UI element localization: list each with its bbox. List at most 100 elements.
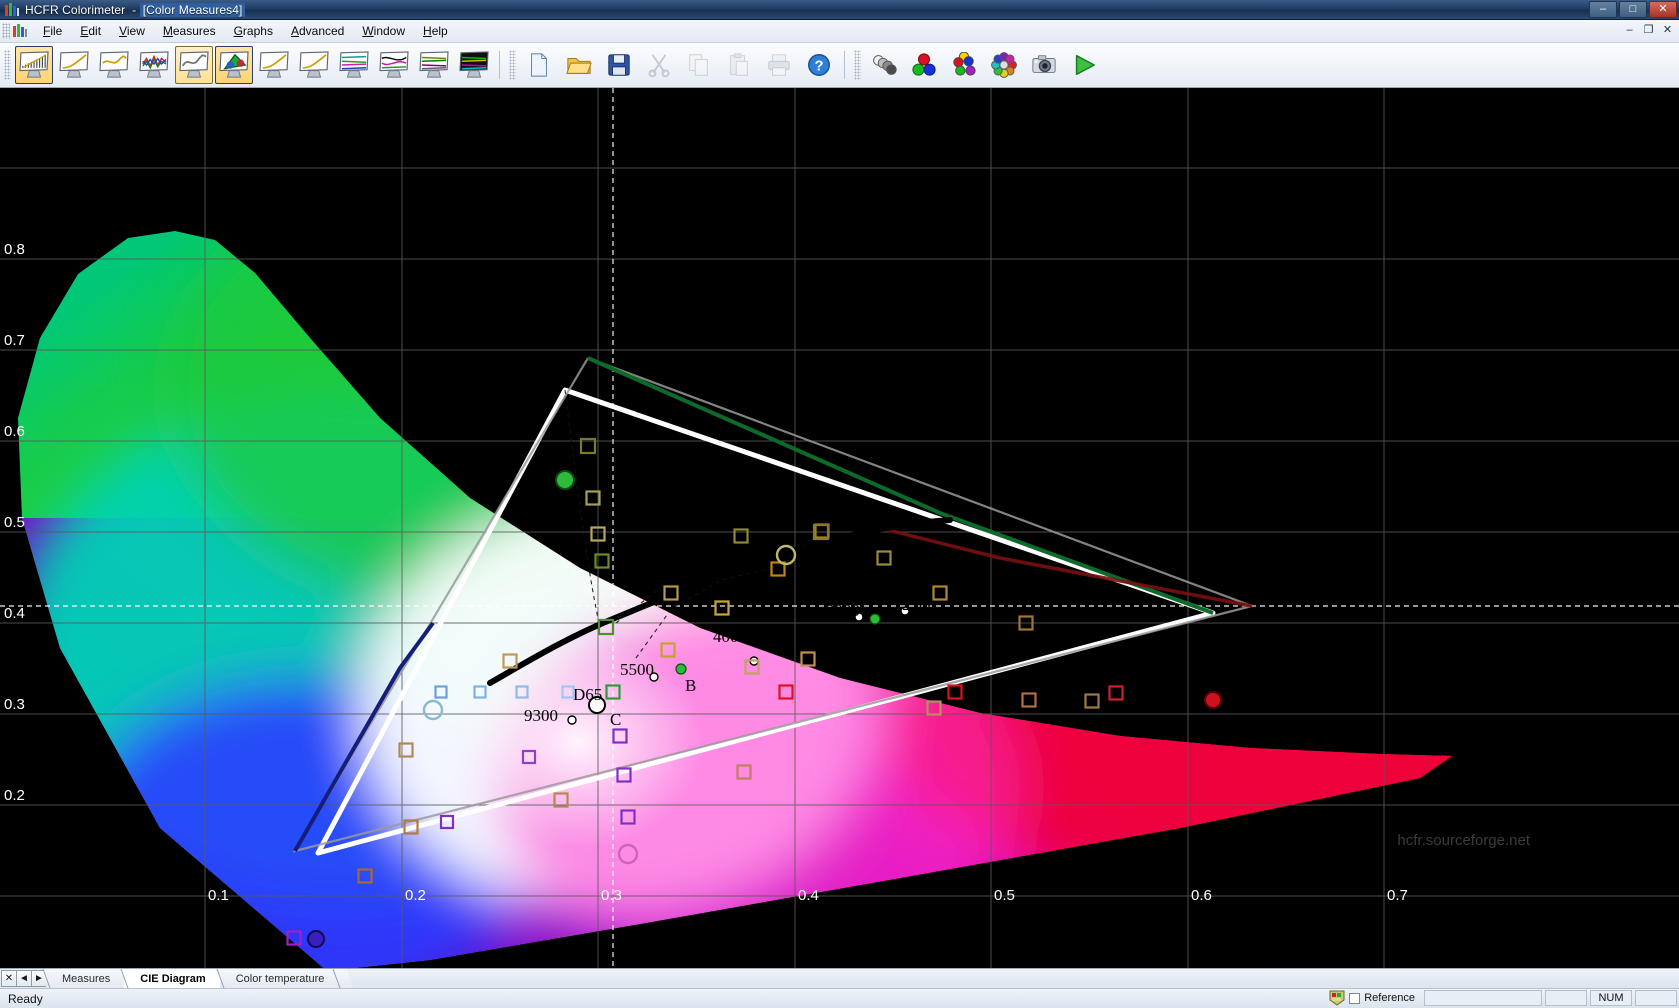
mdi-minimize-button[interactable]: – xyxy=(1622,23,1637,38)
toolbar-button-colorwheel-spheres[interactable] xyxy=(985,46,1023,84)
mdi-child-controls: – ❐ ✕ xyxy=(1622,23,1675,38)
close-tabs-button[interactable]: ✕ xyxy=(1,970,17,987)
num-lock-indicator: NUM xyxy=(1590,990,1632,1006)
toolbar-button-open-folder[interactable] xyxy=(560,46,598,84)
y-tick-label-0.5: 0.5 xyxy=(4,514,25,531)
reference-checkbox[interactable] xyxy=(1349,993,1360,1004)
toolbar-button-saturation-spheres[interactable] xyxy=(945,46,983,84)
toolbar-button-monitor-line[interactable] xyxy=(255,46,293,84)
tab-color-temperature[interactable]: Color temperature xyxy=(220,969,339,988)
y-tick-label-0.7: 0.7 xyxy=(4,332,25,349)
tab-label: CIE Diagram xyxy=(140,973,205,985)
toolbar-grip-handle[interactable] xyxy=(4,50,11,80)
toolbar-grip-handle[interactable] xyxy=(509,50,516,80)
x-tick-label-0.2: 0.2 xyxy=(405,887,426,904)
cct-label-9300: 9300 xyxy=(524,706,558,725)
cct-label-2700: 2700 xyxy=(902,595,936,614)
toolbar-button-help-question[interactable]: ? xyxy=(800,46,838,84)
status-bar: Ready Reference NUM xyxy=(0,988,1679,1008)
main-toolbar: ? xyxy=(0,43,1679,88)
maximize-button[interactable]: □ xyxy=(1619,1,1647,18)
window-controls: – □ ✕ xyxy=(1589,1,1677,18)
toolbar-button-monitor-gamma-flat[interactable] xyxy=(95,46,133,84)
toolbar-button-save-disk[interactable] xyxy=(600,46,638,84)
toolbar-button-monitor-curve[interactable] xyxy=(175,46,213,84)
toolbar-separator xyxy=(844,51,845,79)
status-bar-right: Reference NUM xyxy=(1328,990,1677,1006)
toolbar-button-copy[interactable] xyxy=(680,46,718,84)
tab-label: Measures xyxy=(62,973,110,985)
tab-label: Color temperature xyxy=(236,973,325,985)
cct-label-A: A xyxy=(874,626,887,645)
prev-tab-button[interactable]: ◄ xyxy=(16,970,32,987)
toolbar-button-monitor-dark[interactable] xyxy=(455,46,493,84)
toolbar-separator xyxy=(499,51,500,79)
menu-item-advanced[interactable]: Advanced xyxy=(282,21,353,41)
reference-checkbox-group[interactable]: Reference xyxy=(1349,992,1415,1004)
mdi-restore-button[interactable]: ❐ xyxy=(1641,23,1656,38)
toolbar-button-new-document[interactable] xyxy=(520,46,558,84)
menu-item-edit[interactable]: Edit xyxy=(71,21,110,41)
tab-measures[interactable]: Measures xyxy=(46,969,124,988)
app-logo-icon xyxy=(4,3,20,17)
y-tick-label-0.6: 0.6 xyxy=(4,423,25,440)
cct-label-D65: D65 xyxy=(573,685,602,704)
toolbar-button-monitor-cie[interactable] xyxy=(215,46,253,84)
toolbar-grip-handle[interactable] xyxy=(854,50,861,80)
status-pane-4 xyxy=(1635,990,1677,1006)
menu-bar: FileEditViewMeasuresGraphsAdvancedWindow… xyxy=(0,20,1679,43)
x-tick-label-0.3: 0.3 xyxy=(601,887,622,904)
cie-chromaticity-plot[interactable]: 9300 D65 C 5500 B 4000 3000 A 2700 xyxy=(0,88,1679,968)
window-title: HCFR Colorimeter - [Color Measures4] xyxy=(25,3,245,17)
window-title-app: HCFR Colorimeter xyxy=(25,3,125,17)
status-pane-2 xyxy=(1545,990,1587,1006)
menu-item-measures[interactable]: Measures xyxy=(154,21,225,41)
cct-label-C: C xyxy=(610,710,621,729)
toolbar-button-grayscale-spheres[interactable] xyxy=(865,46,903,84)
cct-label-4000: 4000 xyxy=(713,627,747,646)
tab-nav-buttons: ✕◄► xyxy=(1,970,46,988)
toolbar-button-print[interactable] xyxy=(760,46,798,84)
toolbar-button-monitor-multi[interactable] xyxy=(335,46,373,84)
menu-grip-handle[interactable] xyxy=(2,23,10,39)
mdi-close-button[interactable]: ✕ xyxy=(1660,23,1675,38)
toolbar-button-monitor-rgb-noise[interactable] xyxy=(135,46,173,84)
toolbar-button-monitor-line2[interactable] xyxy=(295,46,333,84)
menu-item-graphs[interactable]: Graphs xyxy=(225,21,282,41)
minimize-button[interactable]: – xyxy=(1589,1,1617,18)
x-tick-label-0.6: 0.6 xyxy=(1191,887,1212,904)
sensor-status-icon[interactable] xyxy=(1328,990,1346,1006)
svg-text:?: ? xyxy=(814,59,823,75)
toolbar-button-camera[interactable] xyxy=(1025,46,1063,84)
toolbar-button-monitor-spectrum2[interactable] xyxy=(415,46,453,84)
close-button[interactable]: ✕ xyxy=(1649,1,1677,18)
y-tick-label-0.3: 0.3 xyxy=(4,696,25,713)
reference-label: Reference xyxy=(1364,992,1415,1004)
menu-item-view[interactable]: View xyxy=(110,21,154,41)
toolbar-button-cut-scissors[interactable] xyxy=(640,46,678,84)
y-tick-label-0.4: 0.4 xyxy=(4,605,25,622)
tab-cie-diagram[interactable]: CIE Diagram xyxy=(124,969,219,988)
status-pane-1 xyxy=(1424,990,1542,1006)
menu-item-window[interactable]: Window xyxy=(353,21,414,41)
cie-diagram-canvas[interactable]: 9300 D65 C 5500 B 4000 3000 A 2700 xyxy=(0,88,1679,968)
toolbar-button-monitor-bars[interactable] xyxy=(15,46,53,84)
menu-item-file[interactable]: File xyxy=(34,21,71,41)
toolbar-button-paste[interactable] xyxy=(720,46,758,84)
y-tick-label-0.8: 0.8 xyxy=(4,241,25,258)
x-tick-label-0.7: 0.7 xyxy=(1387,887,1408,904)
toolbar-button-monitor-gamma[interactable] xyxy=(55,46,93,84)
y-tick-label-0.2: 0.2 xyxy=(4,787,25,804)
x-tick-label-0.4: 0.4 xyxy=(798,887,819,904)
toolbar-button-run-play[interactable] xyxy=(1065,46,1103,84)
toolbar-button-primary-spheres[interactable] xyxy=(905,46,943,84)
watermark-text: hcfr.sourceforge.net xyxy=(1397,832,1530,849)
status-message: Ready xyxy=(8,992,43,1006)
menu-item-help[interactable]: Help xyxy=(414,21,457,41)
toolbar-button-monitor-spectrum[interactable] xyxy=(375,46,413,84)
cct-label-B: B xyxy=(685,676,696,695)
x-tick-label-0.5: 0.5 xyxy=(994,887,1015,904)
menu-logo-icon xyxy=(12,24,28,38)
window-title-document: [Color Measures4] xyxy=(140,3,246,17)
cct-label-3000: 3000 xyxy=(826,601,860,620)
